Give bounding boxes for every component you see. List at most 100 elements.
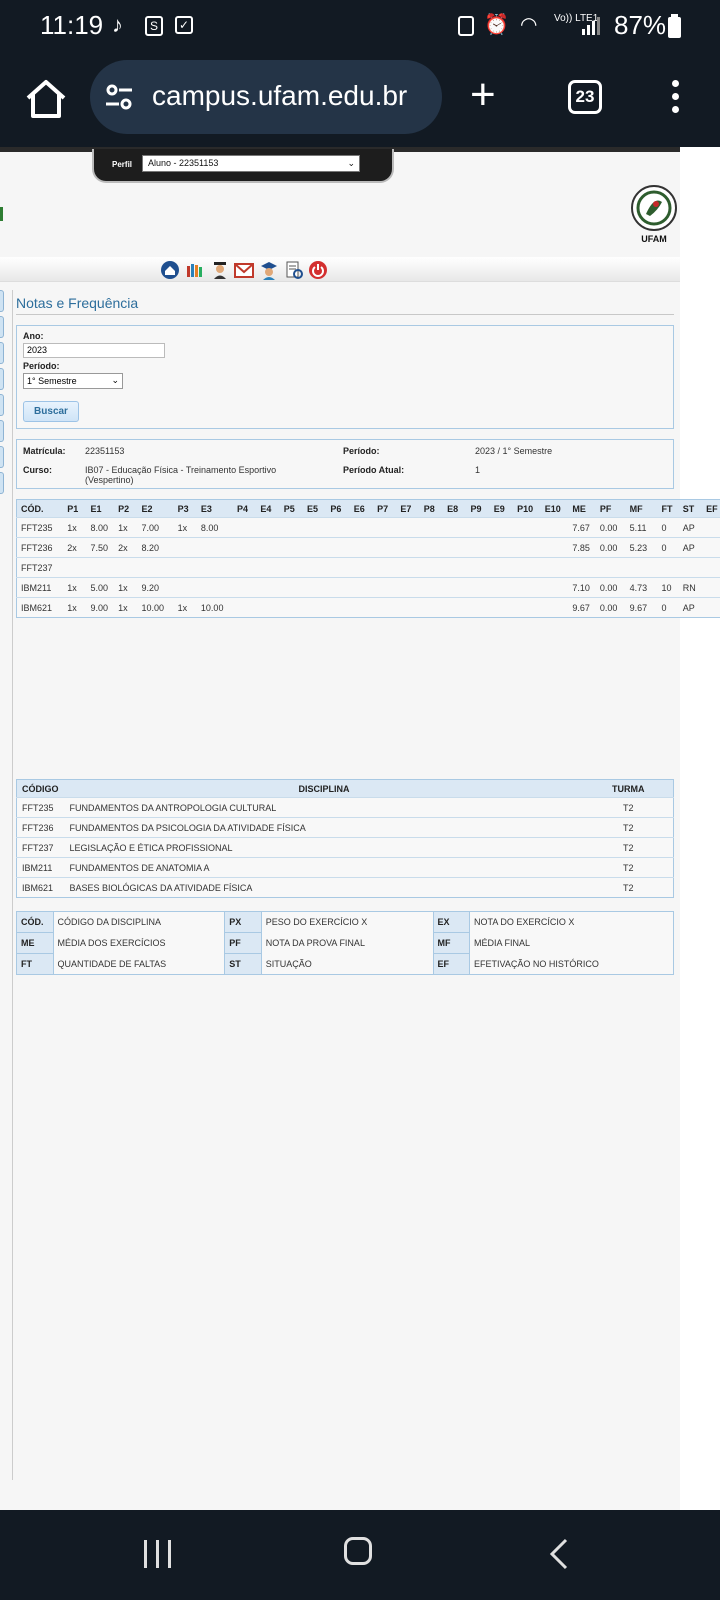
table-cell <box>419 517 444 538</box>
perfil-select[interactable]: Aluno - 22351153 ⌄ <box>142 155 360 172</box>
legend-key: ST <box>224 953 262 975</box>
recycle-icon <box>458 16 474 36</box>
table-cell: 1x <box>63 597 87 618</box>
perfil-label: Perfil <box>112 160 133 169</box>
table-cell <box>279 557 304 578</box>
library-icon[interactable] <box>185 260 205 280</box>
recent-apps-button[interactable] <box>144 1540 172 1568</box>
table-cell: FFT236 <box>16 537 64 558</box>
table-cell <box>114 557 138 578</box>
table-cell <box>303 537 327 558</box>
power-icon[interactable] <box>308 260 328 280</box>
table-cell <box>137 557 174 578</box>
col-header: EF <box>702 499 720 518</box>
ufam-logo: UFAM <box>630 184 678 246</box>
disciplines-header-row: CÓDIGO DISCIPLINA TURMA <box>16 779 674 798</box>
site-settings-icon[interactable] <box>104 82 134 112</box>
table-cell: 5.23 <box>625 537 658 558</box>
table-cell: 1x <box>63 517 87 538</box>
table-cell: T2 <box>583 817 674 838</box>
new-tab-icon[interactable]: + <box>470 70 496 120</box>
task-check-icon: ✓ <box>175 16 193 34</box>
table-cell: 1x <box>114 577 138 598</box>
table-cell <box>419 577 444 598</box>
col-header: E5 <box>303 499 327 518</box>
col-header: P7 <box>373 499 397 518</box>
sidebar-tab[interactable] <box>0 420 4 442</box>
tab-switcher-button[interactable]: 23 <box>568 80 602 114</box>
overflow-menu-icon[interactable] <box>668 80 682 116</box>
table-cell <box>513 557 541 578</box>
legend-desc: PESO DO EXERCÍCIO X <box>265 917 368 928</box>
back-button[interactable] <box>548 1538 572 1570</box>
table-cell: 0 <box>657 517 679 538</box>
table-row: FFT237 <box>16 557 720 578</box>
table-cell: T2 <box>583 857 674 878</box>
col-header: E2 <box>137 499 174 518</box>
table-cell <box>349 597 374 618</box>
table-cell <box>419 597 444 618</box>
buscar-button[interactable]: Buscar <box>23 401 79 422</box>
sidebar-tab[interactable] <box>0 290 4 312</box>
table-cell <box>396 557 420 578</box>
legend-key: CÓD. <box>16 911 54 933</box>
table-cell <box>173 557 197 578</box>
table-cell: 8.20 <box>137 537 174 558</box>
sidebar-tab[interactable] <box>0 472 4 494</box>
col-header: DISCIPLINA <box>64 779 584 798</box>
home-icon[interactable] <box>160 260 180 280</box>
table-cell: IBM211 <box>16 577 64 598</box>
sidebar-tab[interactable] <box>0 342 4 364</box>
table-cell <box>419 537 444 558</box>
url-text[interactable]: campus.ufam.edu.br <box>152 80 407 112</box>
table-cell <box>595 557 626 578</box>
student-icon[interactable] <box>259 260 279 280</box>
col-header: ST <box>678 499 703 518</box>
home-button[interactable] <box>344 1537 372 1565</box>
table-cell <box>233 537 257 558</box>
system-nav-bar <box>0 1510 720 1600</box>
table-cell <box>373 597 397 618</box>
col-header: E9 <box>489 499 514 518</box>
table-cell: FFT237 <box>16 557 64 578</box>
grades-table: CÓD. P1 E1 P2 E2 P3 E3 P4 E4 P5 E5 P6 E6 P7 E7 P8 E8 P9 E9… <box>16 499 720 618</box>
sidebar-tab[interactable] <box>0 368 4 390</box>
table-cell <box>326 577 350 598</box>
document-search-icon[interactable] <box>284 260 304 280</box>
mail-icon[interactable] <box>234 260 254 280</box>
student-info: Matrícula: 22351153 Período: 2023 / 1° S… <box>16 439 674 489</box>
graduate-icon[interactable] <box>210 260 230 280</box>
table-cell <box>233 517 257 538</box>
table-cell <box>256 557 280 578</box>
table-cell: IBM621 <box>16 877 65 898</box>
address-bar[interactable]: campus.ufam.edu.br <box>90 60 442 134</box>
table-cell <box>196 537 234 558</box>
home-icon[interactable] <box>22 76 70 122</box>
table-cell <box>303 557 327 578</box>
table-cell: 7.67 <box>568 517 596 538</box>
ano-input[interactable]: 2023 <box>23 343 165 358</box>
table-cell: 7.00 <box>137 517 174 538</box>
table-cell: AP <box>678 537 703 558</box>
table-cell <box>303 577 327 598</box>
status-bar: 11:19 ♪ S ✓ ⏰ ◠ Vo)) LTE1 87% <box>0 0 720 52</box>
table-cell: IBM621 <box>16 597 64 618</box>
table-cell <box>86 557 115 578</box>
col-header: P1 <box>63 499 87 518</box>
col-header: E4 <box>256 499 280 518</box>
sidebar-tab[interactable] <box>0 446 4 468</box>
periodo-select[interactable]: 1° Semestre ⌄ <box>23 373 123 389</box>
col-header: CÓDIGO <box>16 779 65 798</box>
table-cell <box>702 537 720 558</box>
table-cell <box>303 597 327 618</box>
table-cell <box>326 597 350 618</box>
col-header: CÓD. <box>16 499 64 518</box>
table-cell: FUNDAMENTOS DA ANTROPOLOGIA CULTURAL <box>64 797 584 818</box>
filter-form: Ano: 2023 Período: 1° Semestre ⌄ Buscar <box>16 325 674 429</box>
sidebar-tab[interactable] <box>0 316 4 338</box>
col-header: P2 <box>114 499 138 518</box>
table-cell: FFT235 <box>16 517 64 538</box>
sidebar-tab[interactable] <box>0 394 4 416</box>
wifi-icon: ◠ <box>520 14 538 36</box>
table-cell <box>279 597 304 618</box>
